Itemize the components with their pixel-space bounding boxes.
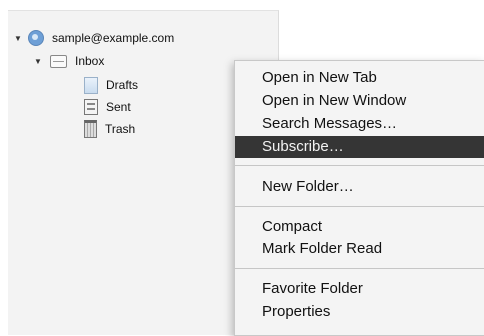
menu-separator: [235, 206, 484, 207]
tree-row-trash[interactable]: Trash: [84, 118, 135, 140]
trash-icon: [84, 120, 97, 138]
tree-row-drafts[interactable]: Drafts: [84, 74, 138, 96]
folder-label-drafts: Drafts: [106, 78, 139, 92]
expand-arrow-icon[interactable]: ▼: [12, 34, 24, 43]
menu-item-open-in-new-window[interactable]: Open in New Window: [235, 90, 484, 112]
menu-item-new-folder[interactable]: New Folder…: [235, 176, 484, 198]
menu-separator: [235, 165, 484, 166]
sent-icon: [84, 99, 98, 115]
menu-item-properties[interactable]: Properties: [235, 301, 484, 323]
folder-label-sent: Sent: [106, 100, 131, 114]
menu-item-search-messages[interactable]: Search Messages…: [235, 113, 484, 135]
menu-item-favorite-folder[interactable]: Favorite Folder: [235, 278, 484, 300]
menu-item-subscribe[interactable]: Subscribe…: [235, 136, 484, 158]
menu-item-mark-folder-read[interactable]: Mark Folder Read: [235, 238, 484, 260]
menu-separator: [235, 268, 484, 269]
inbox-label: Inbox: [75, 54, 105, 68]
tree-row-sent[interactable]: Sent: [84, 96, 131, 118]
expand-arrow-icon[interactable]: ▼: [32, 57, 44, 66]
menu-item-compact[interactable]: Compact: [235, 216, 484, 238]
account-label: sample@example.com: [52, 31, 175, 45]
folder-label-trash: Trash: [105, 122, 136, 136]
account-globe-icon: [28, 30, 44, 46]
context-menu: Open in New Tab Open in New Window Searc…: [234, 60, 484, 336]
tree-row-account[interactable]: ▼ sample@example.com: [12, 27, 174, 49]
drafts-icon: [84, 76, 98, 94]
inbox-tray-icon: [50, 54, 67, 68]
tree-row-inbox[interactable]: ▼ Inbox: [32, 50, 104, 72]
menu-item-open-in-new-tab[interactable]: Open in New Tab: [235, 67, 484, 89]
